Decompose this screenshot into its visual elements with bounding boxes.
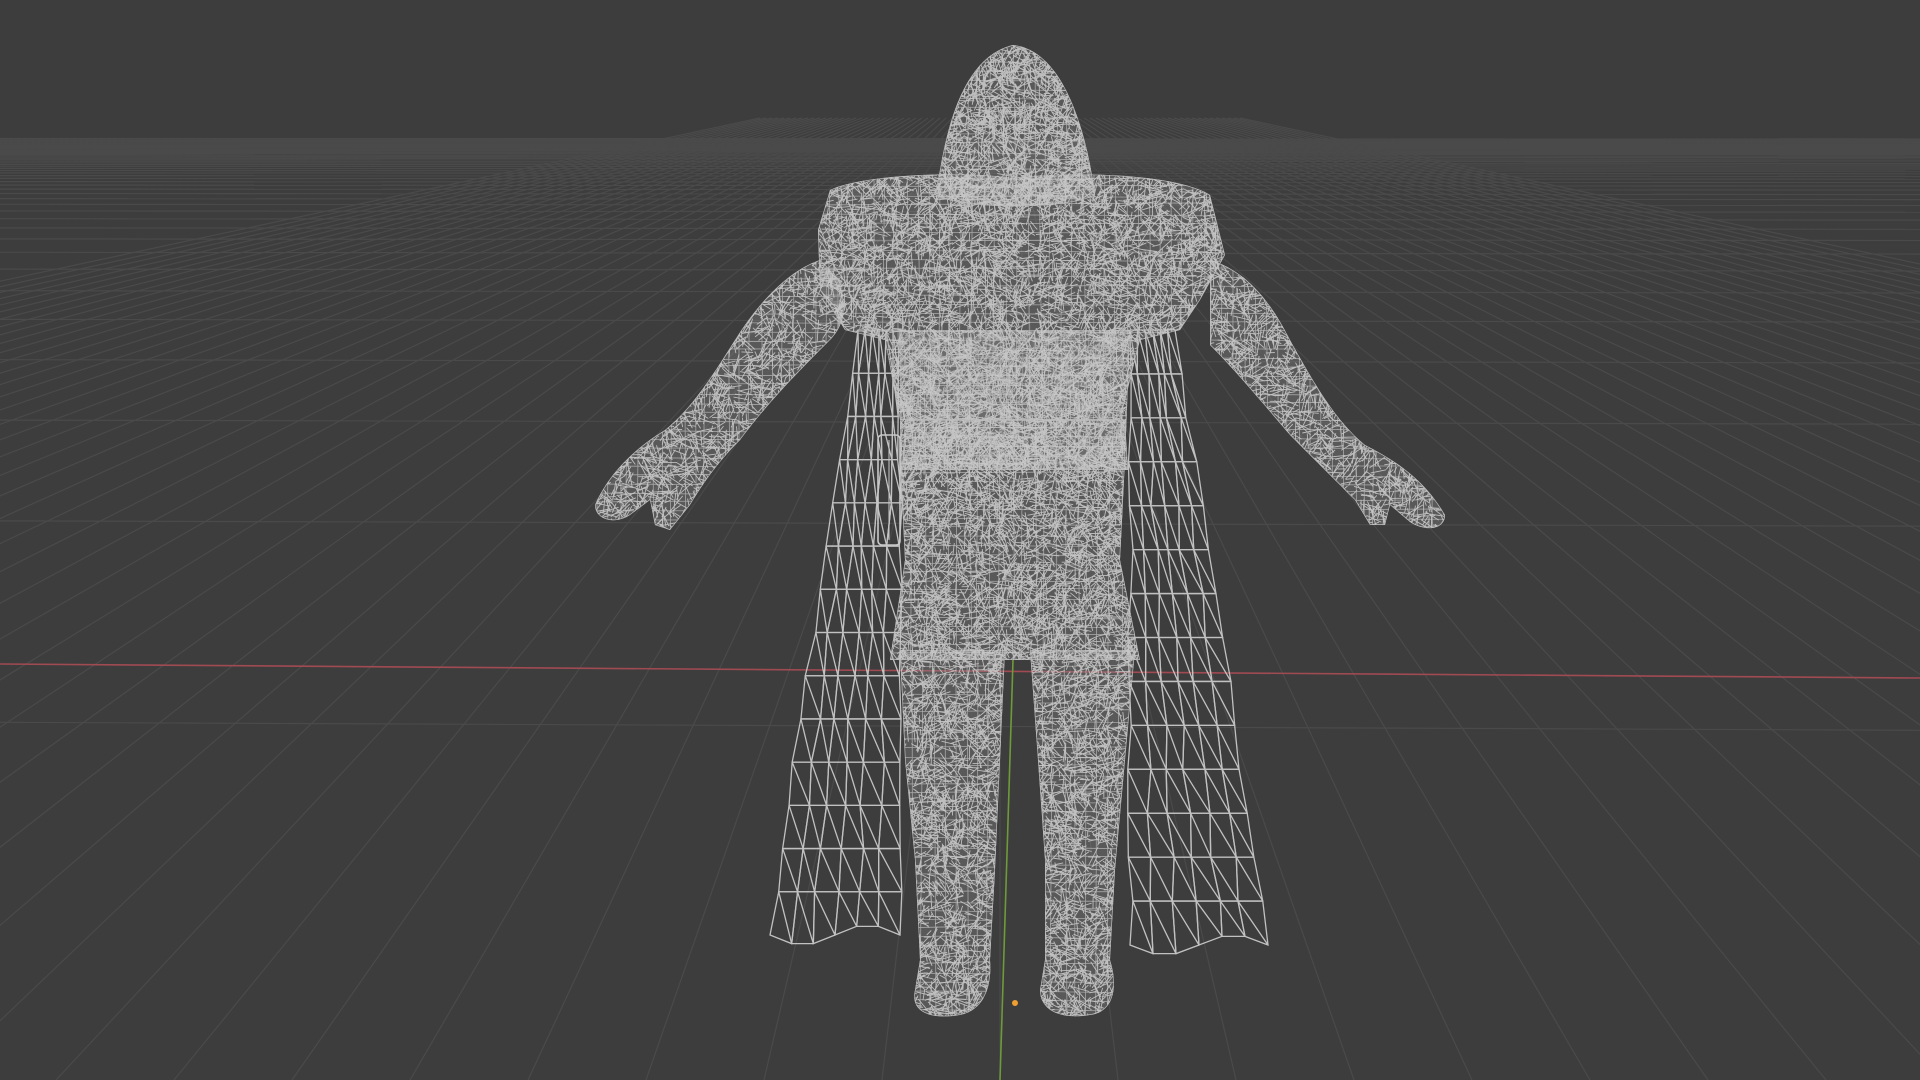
cape-face bbox=[1181, 461, 1205, 507]
cape-face bbox=[769, 891, 799, 945]
cape-face bbox=[1146, 724, 1168, 770]
cape-face bbox=[1127, 461, 1143, 507]
cape-face bbox=[1190, 812, 1212, 858]
cape-face bbox=[870, 415, 883, 461]
cape-face bbox=[838, 415, 857, 461]
cape-face bbox=[885, 545, 903, 590]
cape-face bbox=[1190, 505, 1210, 551]
cape-face bbox=[1158, 636, 1179, 683]
cape-face bbox=[1209, 856, 1239, 902]
cape-face bbox=[1128, 680, 1149, 727]
cape-face bbox=[788, 761, 813, 807]
cape-face bbox=[1127, 417, 1143, 463]
cape-face bbox=[877, 804, 901, 850]
cape-face bbox=[846, 718, 867, 763]
cape-face bbox=[812, 891, 840, 945]
cape-face bbox=[1136, 373, 1151, 419]
cape-face bbox=[810, 718, 835, 763]
cape-face bbox=[1149, 900, 1177, 955]
cape-face bbox=[813, 847, 842, 893]
cape-face bbox=[778, 847, 804, 893]
cape-face bbox=[1180, 417, 1198, 463]
3d-viewport[interactable] bbox=[0, 0, 1920, 1080]
cape-face bbox=[880, 372, 894, 418]
cape-face bbox=[834, 891, 861, 936]
cape-face bbox=[1165, 417, 1184, 463]
cape-face bbox=[880, 675, 902, 720]
cape-face bbox=[876, 458, 893, 504]
cape-face bbox=[877, 891, 903, 936]
cape-face bbox=[1228, 812, 1255, 858]
cape-face bbox=[1165, 724, 1185, 770]
cape-face bbox=[855, 891, 880, 927]
cape-face bbox=[1235, 856, 1264, 902]
cape-face bbox=[1149, 856, 1175, 902]
cape-face bbox=[877, 847, 903, 893]
cape-face bbox=[1140, 505, 1159, 551]
cape-face bbox=[871, 545, 888, 590]
cape-face bbox=[835, 545, 854, 590]
cape-face bbox=[1142, 548, 1160, 595]
cape-face bbox=[825, 761, 848, 807]
cape-face bbox=[819, 545, 840, 590]
cape-face bbox=[845, 545, 863, 590]
right-arm-mesh bbox=[1210, 260, 1445, 529]
cape-face bbox=[880, 415, 894, 461]
cape-face bbox=[808, 761, 830, 807]
cape-face bbox=[1237, 900, 1269, 946]
cape-face bbox=[846, 415, 867, 461]
cape-face bbox=[859, 761, 886, 807]
cape-face bbox=[858, 847, 880, 893]
cape-face bbox=[881, 761, 901, 807]
cape-face bbox=[1192, 548, 1217, 595]
cape-face bbox=[1146, 768, 1168, 814]
cape-face bbox=[867, 631, 885, 677]
cape-face bbox=[837, 502, 856, 547]
cape-face bbox=[1164, 505, 1180, 551]
cape-face bbox=[1195, 900, 1223, 946]
cape-face bbox=[1130, 373, 1143, 419]
cape-face bbox=[1202, 592, 1224, 639]
cape-face bbox=[790, 891, 816, 945]
wireframe-character-model[interactable] bbox=[0, 0, 1920, 1080]
cape-face bbox=[1127, 812, 1152, 858]
cape-face bbox=[880, 718, 902, 763]
cape-face bbox=[1130, 548, 1146, 595]
cape-face bbox=[858, 588, 874, 634]
object-origin-point[interactable] bbox=[1012, 1000, 1018, 1006]
cape-face bbox=[1178, 548, 1205, 595]
cape-face bbox=[891, 415, 899, 461]
body-mesh bbox=[595, 45, 1445, 1017]
cape-face bbox=[847, 675, 869, 720]
right-leg-mesh bbox=[1030, 650, 1135, 1017]
cape-face bbox=[851, 329, 866, 374]
cape-face bbox=[1192, 680, 1218, 727]
cape-face bbox=[804, 631, 828, 677]
cape-face bbox=[1127, 856, 1152, 902]
cape-face bbox=[1216, 724, 1240, 770]
cape-face bbox=[781, 804, 811, 850]
cape-face bbox=[1129, 900, 1154, 955]
cape-face bbox=[815, 588, 838, 634]
cape-face bbox=[1186, 592, 1206, 639]
cape-face bbox=[828, 718, 849, 763]
cape-face bbox=[1171, 900, 1200, 955]
cape-face bbox=[1144, 592, 1160, 639]
cape-face bbox=[1211, 680, 1236, 727]
